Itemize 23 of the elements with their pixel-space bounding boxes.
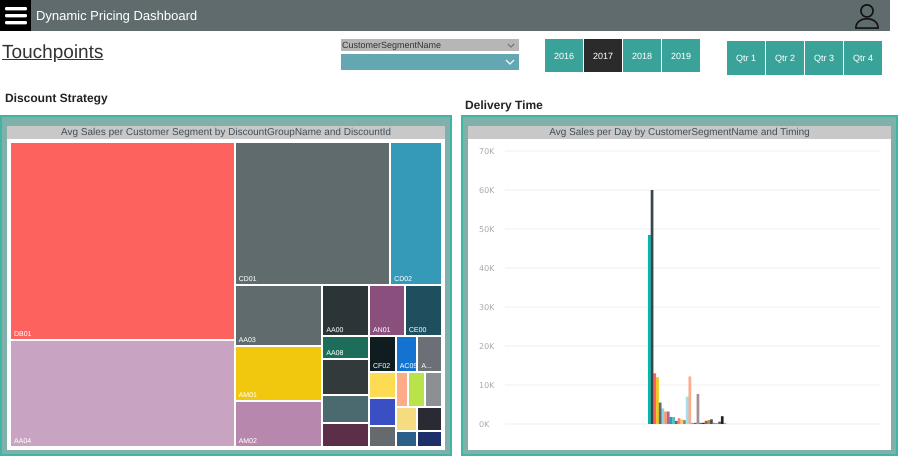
quarter-button[interactable]: Qtr 2 — [766, 41, 804, 75]
axis-tick-label: 70K — [478, 147, 494, 156]
quarter-button[interactable]: Qtr 3 — [805, 41, 843, 75]
axis-tick-label: 40K — [478, 264, 494, 273]
year-button[interactable]: 2018 — [623, 39, 661, 72]
axis-tick-label: 0K — [478, 420, 489, 429]
year-button[interactable]: 2016 — [545, 39, 583, 72]
year-button[interactable]: 2019 — [662, 39, 700, 72]
axis-tick-label: 10K — [478, 381, 494, 390]
section-heading: Discount Strategy — [4, 91, 109, 107]
app-title: Dynamic Pricing Dashboard — [36, 8, 198, 23]
axis-tick-label: 20K — [478, 342, 494, 351]
visual-title: Avg Sales per Customer Segment by DiscountGroupName and DiscountId — [7, 126, 445, 139]
quarter-button[interactable]: Qtr 4 — [844, 41, 882, 75]
visual-title: Avg Sales per Day by CustomerSegmentName and Timing — [468, 126, 891, 139]
quarter-button[interactable]: Qtr 1 — [727, 41, 765, 75]
segment-dropdown[interactable]: CustomerSegmentName — [341, 39, 519, 51]
axis-tick-label: 50K — [478, 225, 494, 234]
axis-tick-label: 60K — [478, 186, 494, 195]
section-heading: Delivery Time — [464, 97, 544, 114]
axis-tick-label: 30K — [478, 303, 494, 312]
page-title-link[interactable]: Touchpoints — [2, 42, 341, 64]
year-button[interactable]: 2017 — [584, 39, 622, 72]
